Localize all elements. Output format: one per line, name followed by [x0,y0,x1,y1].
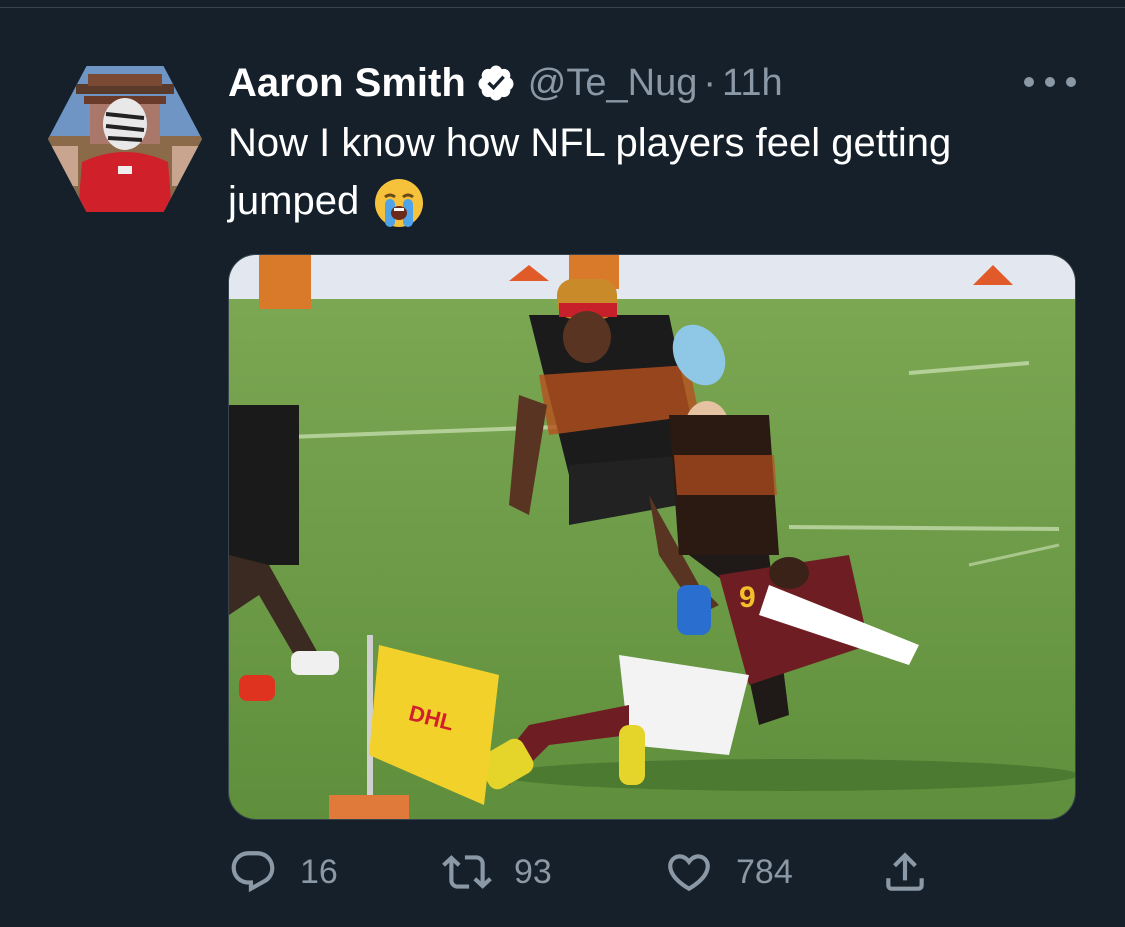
display-name[interactable]: Aaron Smith [228,61,466,106]
like-count: 784 [736,852,793,891]
avatar[interactable] [48,66,202,212]
more-dot [1024,77,1034,87]
heart-icon [668,854,710,892]
loudly-crying-face-emoji-icon [375,179,424,228]
share-button[interactable] [880,842,930,902]
more-dot [1066,77,1076,87]
verified-badge-icon [478,65,514,101]
svg-text:9: 9 [739,581,756,614]
avatar-image [48,66,202,212]
retweet-count: 93 [514,852,552,891]
share-icon [886,852,924,891]
like-button[interactable]: 784 [664,842,793,902]
reply-icon [231,851,275,893]
tweet-photo[interactable]: 9 DHL [228,254,1076,820]
more-options-icon[interactable] [1024,66,1076,98]
tweet-time[interactable]: 11h [722,62,783,105]
retweet-icon [442,855,492,889]
tweet-header: Aaron Smith @Te_Nug · 11h [228,58,783,108]
reply-count: 16 [300,852,338,891]
tweet-text: Now I know how NFL players feel getting … [228,114,1088,230]
top-divider [0,0,1125,8]
more-dot [1045,77,1055,87]
author-handle[interactable]: @Te_Nug [528,62,698,105]
retweet-button[interactable]: 93 [442,842,552,902]
tweet-actions: 16 93 784 [228,842,948,902]
separator-dot: · [703,61,717,104]
tweet-text-content: Now I know how NFL players feel getting … [228,121,952,223]
reply-button[interactable]: 16 [228,842,338,902]
rugby-photo: 9 DHL [229,255,1075,819]
